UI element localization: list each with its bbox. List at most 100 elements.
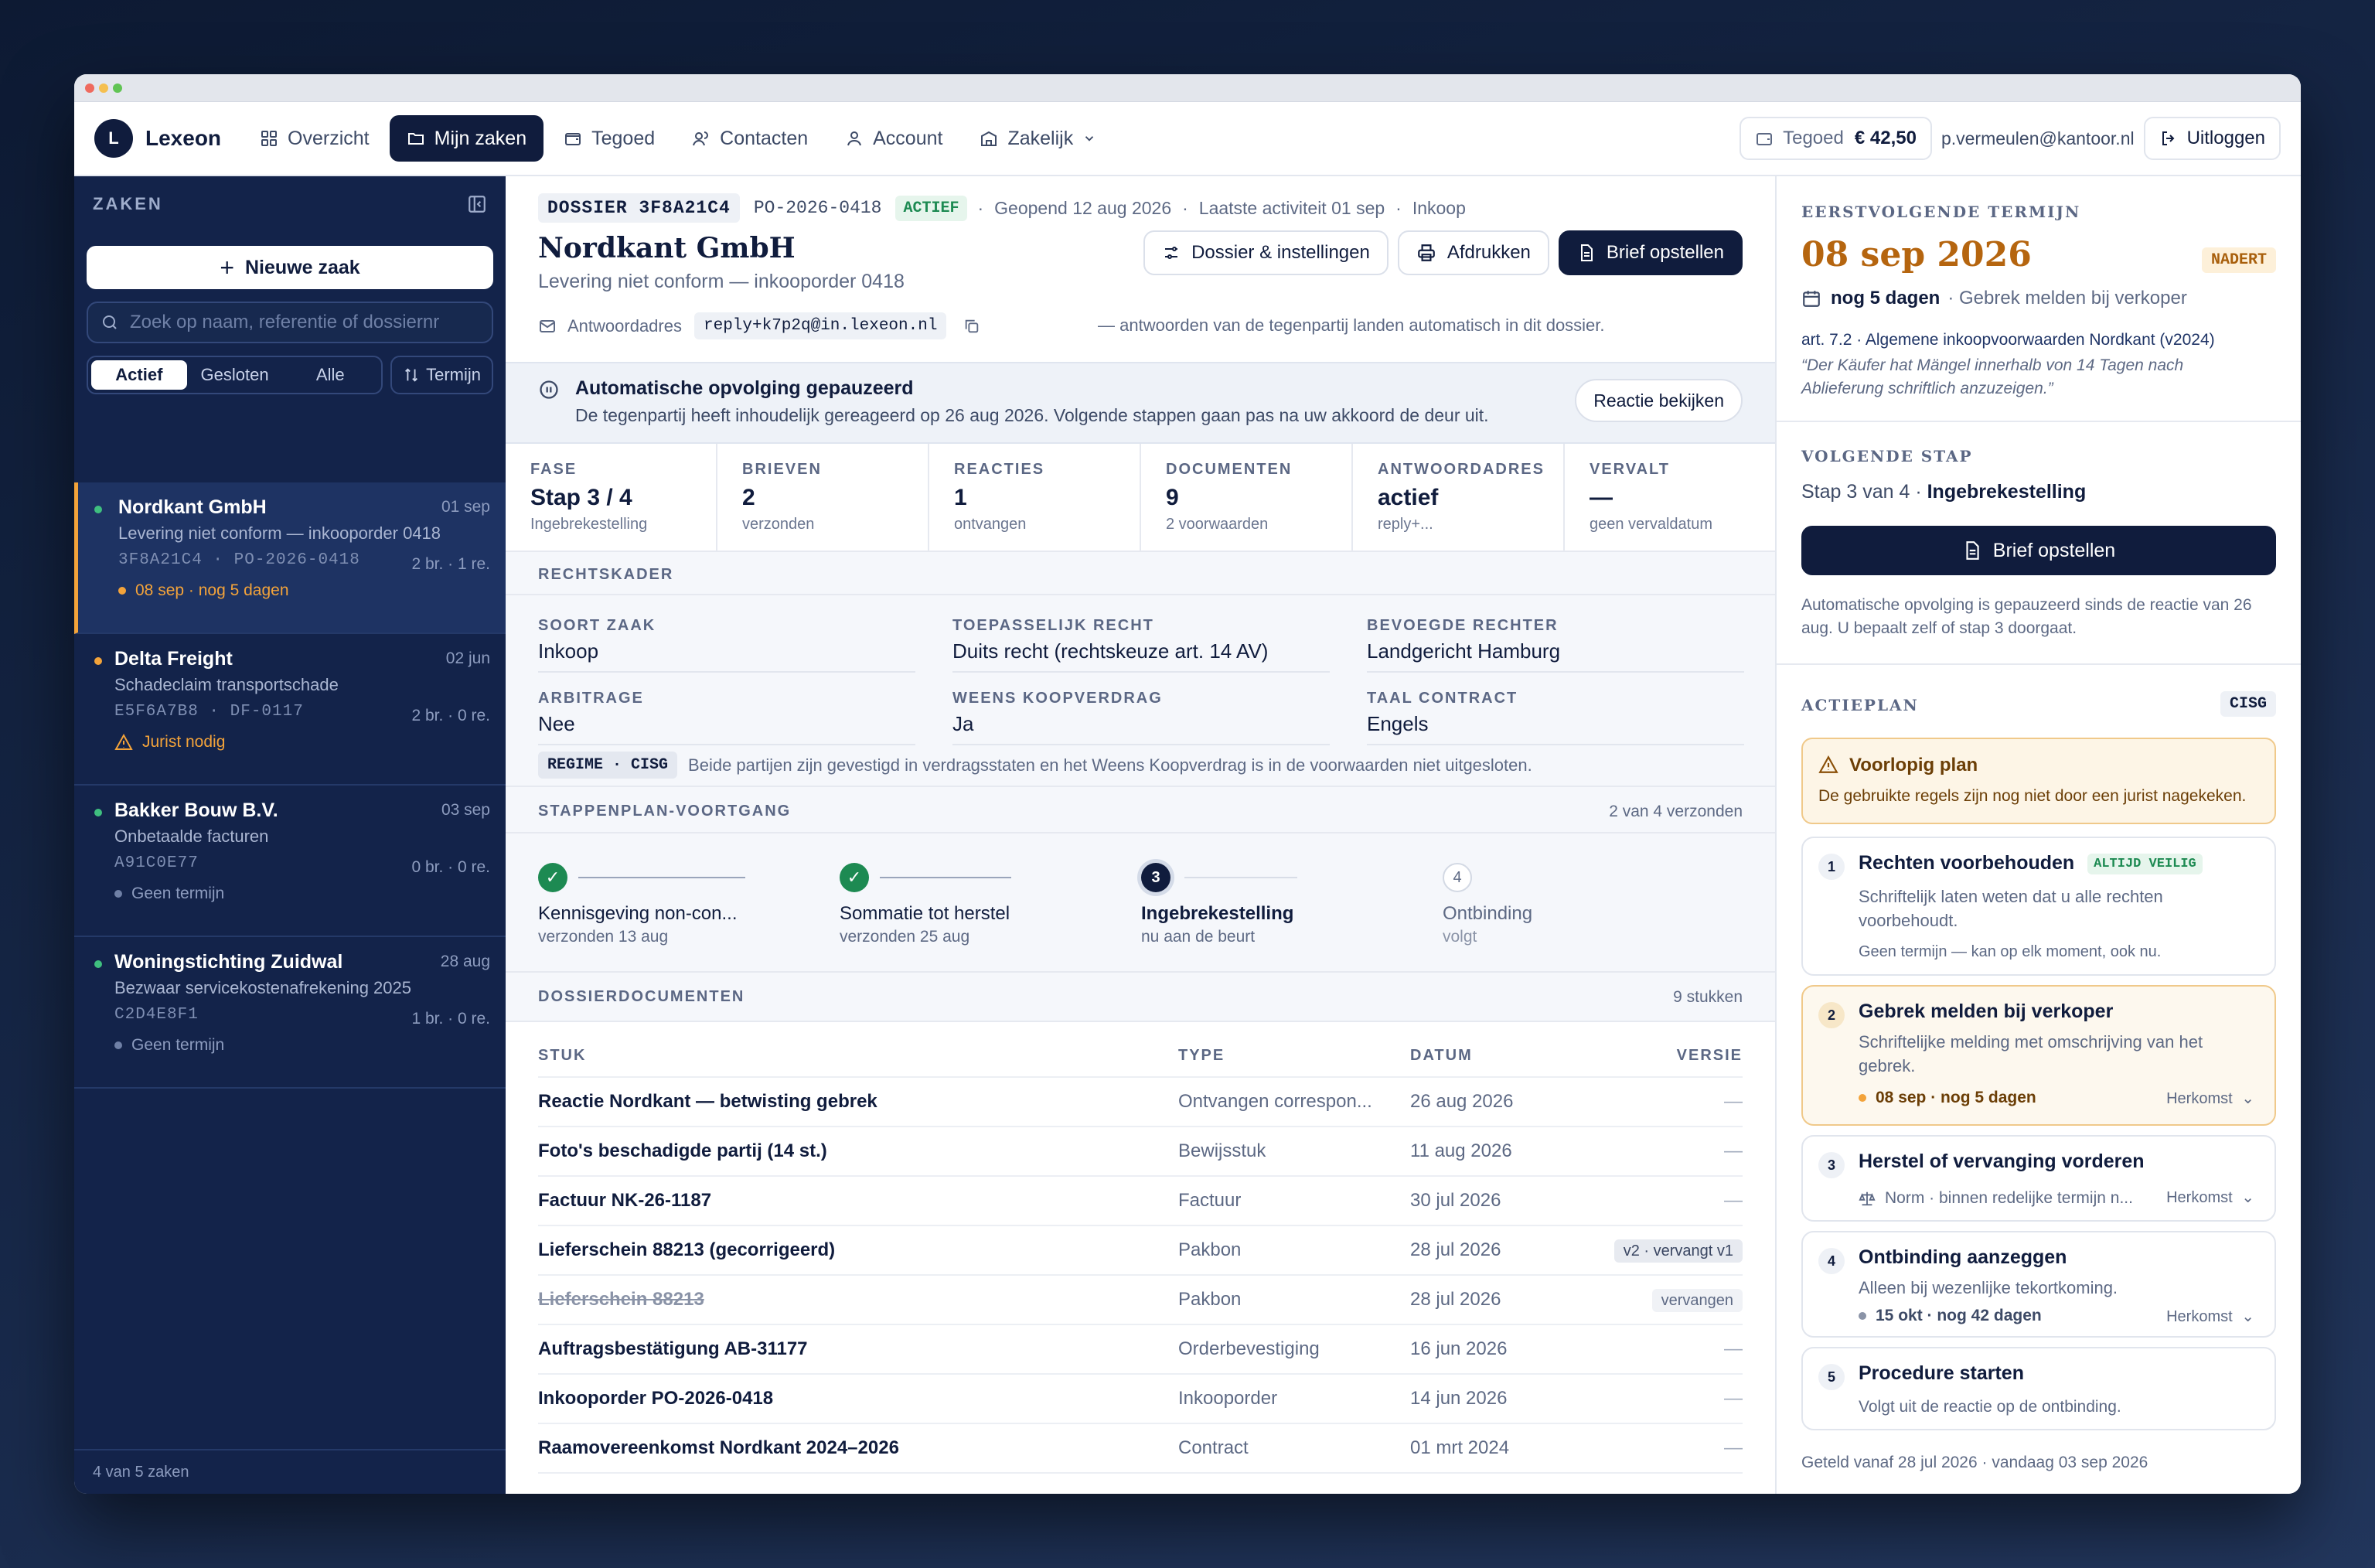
- nav-contacten[interactable]: Contacten: [675, 115, 825, 162]
- table-row[interactable]: Lieferschein 88213 (gecorrigeerd) Pakbon…: [538, 1226, 1743, 1276]
- field-label: WEENS KOOPVERDRAG: [952, 690, 1163, 707]
- step-item[interactable]: ✓ Kennisgeving non-con... verzonden 13 a…: [538, 863, 816, 946]
- app-logo[interactable]: L Lexeon: [94, 119, 221, 158]
- origin-toggle[interactable]: Herkomst ⌄: [2166, 1188, 2254, 1207]
- plan-item[interactable]: 2 Gebrek melden bij verkoper Schriftelij…: [1801, 985, 2276, 1126]
- origin-toggle[interactable]: Herkomst ⌄: [2166, 1089, 2254, 1108]
- sidebar-title: ZAKEN: [93, 194, 163, 213]
- deadline-label: EERSTVOLGENDE TERMIJN: [1801, 203, 2081, 221]
- top-navigation: L Lexeon Overzicht Mijn zaken Tegoed Con…: [74, 102, 2301, 176]
- filter-gesloten[interactable]: Gesloten: [187, 360, 283, 390]
- table-row[interactable]: Lieferschein 88213 Pakbon 28 jul 2026 ve…: [538, 1276, 1743, 1325]
- case-item[interactable]: Delta Freight 02 jun Schadeclaim transpo…: [74, 634, 506, 786]
- logout-button[interactable]: Uitloggen: [2143, 117, 2281, 160]
- separator: ·: [1182, 197, 1188, 218]
- field-label: SOORT ZAAK: [538, 617, 656, 634]
- print-label: Afdrukken: [1446, 242, 1531, 263]
- origin-toggle[interactable]: Herkomst ⌄: [2166, 1307, 2254, 1326]
- compose-letter-button[interactable]: Brief opstellen: [1558, 230, 1743, 275]
- days-left-row: nog 5 dagen · Gebrek melden bij verkoper: [1801, 288, 2187, 309]
- nav-overzicht[interactable]: Overzicht: [243, 115, 387, 162]
- stat-value: Stap 3 / 4: [530, 485, 632, 510]
- stat-label: DOCUMENTEN: [1166, 461, 1293, 478]
- table-row[interactable]: Raamovereenkomst Nordkant 2024–2026 Cont…: [538, 1424, 1743, 1474]
- filter-actief[interactable]: Actief: [91, 360, 187, 390]
- step-sub: verzonden 25 aug: [840, 928, 970, 946]
- warning-title: Voorlopig plan: [1849, 755, 1978, 775]
- case-name: Delta Freight: [114, 648, 233, 670]
- step-item[interactable]: 3 Ingebrekestelling nu aan de beurt: [1141, 863, 1419, 946]
- deadline-dot: [114, 1041, 122, 1049]
- plan-deadline: 08 sep · nog 5 dagen: [1859, 1089, 2036, 1107]
- minimize-window-dot[interactable]: [99, 84, 108, 93]
- days-left: nog 5 dagen: [1831, 288, 1941, 308]
- stat-label: VERVALT: [1590, 461, 1671, 478]
- plan-item[interactable]: 1 Rechten voorbehouden ALTIJD VEILIG Sch…: [1801, 837, 2276, 976]
- credit-balance[interactable]: Tegoed € 42,50: [1740, 117, 1932, 160]
- documents-section: DOSSIERDOCUMENTEN 9 stukken STUK TYPE DA…: [506, 971, 1775, 1494]
- reply-label: Antwoordadres: [567, 315, 682, 336]
- print-button[interactable]: Afdrukken: [1397, 230, 1549, 275]
- documents-header: DOSSIERDOCUMENTEN 9 stukken: [506, 973, 1775, 1022]
- deadline-dot: [114, 890, 122, 898]
- doc-version: —: [1724, 1140, 1743, 1161]
- maximize-window-dot[interactable]: [113, 84, 122, 93]
- column-header: STUK: [538, 1046, 587, 1064]
- nav-zakelijk[interactable]: Zakelijk: [963, 115, 1113, 162]
- plan-title: Gebrek melden bij verkoper: [1859, 1000, 2114, 1022]
- stat-vervalt: VERVALT — geen vervaldatum: [1565, 444, 1775, 552]
- plan-number: 4: [1818, 1248, 1845, 1274]
- compose-letter-button-panel[interactable]: Brief opstellen: [1801, 526, 2276, 575]
- table-row[interactable]: Auftragsbestätigung AB-31177 Orderbevest…: [538, 1325, 1743, 1375]
- doc-version: —: [1724, 1338, 1743, 1359]
- compose-letter-label: Brief opstellen: [1606, 242, 1724, 263]
- case-deadline: 08 sep · nog 5 dagen: [118, 581, 490, 600]
- case-item[interactable]: Bakker Bouw B.V. 03 sep Onbetaalde factu…: [74, 786, 506, 937]
- step-item[interactable]: ✓ Sommatie tot herstel verzonden 25 aug: [840, 863, 1118, 946]
- filter-alle[interactable]: Alle: [282, 360, 378, 390]
- nav-account[interactable]: Account: [828, 115, 959, 162]
- case-date: 28 aug: [440, 953, 490, 970]
- dossier-id: DOSSIER 3F8A21C4: [538, 193, 740, 223]
- table-row[interactable]: Factuur NK-26-1187 Factuur 30 jul 2026 —: [538, 1177, 1743, 1226]
- step-item[interactable]: 4 Ontbinding volgt: [1443, 863, 1721, 946]
- doc-version: —: [1724, 1388, 1743, 1409]
- doc-date: 28 jul 2026: [1410, 1239, 1501, 1260]
- plan-item[interactable]: 4 Ontbinding aanzeggen Alleen bij wezenl…: [1801, 1231, 2276, 1338]
- app-window: L Lexeon Overzicht Mijn zaken Tegoed Con…: [74, 74, 2301, 1494]
- legal-field: BEVOEGDE RECHTER Landgericht Hamburg: [1367, 617, 1744, 673]
- plan-item[interactable]: 3 Herstel of vervanging vorderen Norm · …: [1801, 1135, 2276, 1222]
- wallet-icon: [565, 133, 581, 145]
- legal-field: WEENS KOOPVERDRAG Ja: [952, 690, 1330, 745]
- new-case-label: Nieuwe zaak: [245, 256, 360, 278]
- new-case-button[interactable]: + Nieuwe zaak: [87, 246, 493, 289]
- table-row[interactable]: Reactie Nordkant — betwisting gebrek Ont…: [538, 1078, 1743, 1127]
- field-value: Landgericht Hamburg: [1367, 639, 1561, 663]
- table-row[interactable]: Inkooporder PO-2026-0418 Inkooporder 14 …: [538, 1375, 1743, 1424]
- sort-button[interactable]: Termijn: [390, 356, 493, 394]
- field-value: Inkoop: [538, 639, 599, 663]
- stat-value: actief: [1378, 485, 1439, 510]
- table-row[interactable]: Foto's beschadigde partij (14 st.) Bewij…: [538, 1127, 1743, 1177]
- case-item[interactable]: Woningstichting Zuidwal 28 aug Bezwaar s…: [74, 937, 506, 1089]
- stat-sub: 2 voorwaarden: [1166, 516, 1269, 533]
- plan-item[interactable]: 5 Procedure starten Volgt uit de reactie…: [1801, 1347, 2276, 1430]
- stat-sub: Ingebrekestelling: [530, 516, 648, 533]
- nav-mijn-zaken[interactable]: Mijn zaken: [389, 115, 544, 162]
- view-reaction-button[interactable]: Reactie bekijken: [1575, 379, 1743, 422]
- app-name: Lexeon: [145, 126, 222, 150]
- pause-banner: Automatische opvolging gepauzeerd De teg…: [506, 362, 1775, 444]
- case-item[interactable]: Nordkant GmbH 01 sep Levering niet confo…: [74, 482, 506, 634]
- case-search-input[interactable]: Zoek op naam, referentie of dossiernr: [87, 302, 493, 343]
- case-subject: Onbetaalde facturen: [114, 827, 269, 846]
- doc-date: 14 jun 2026: [1410, 1388, 1508, 1409]
- settings-button[interactable]: Dossier & instellingen: [1143, 230, 1389, 275]
- close-window-dot[interactable]: [85, 84, 94, 93]
- plan-desc: Volgt uit de reactie op de ontbinding.: [1859, 1398, 2121, 1416]
- nav-tegoed[interactable]: Tegoed: [547, 115, 672, 162]
- nav-label: Account: [873, 127, 943, 149]
- copy-icon[interactable]: [963, 318, 980, 335]
- legal-field: TOEPASSELIJK RECHT Duits recht (rechtske…: [952, 617, 1330, 673]
- step-title: Sommatie tot herstel: [840, 903, 1010, 924]
- collapse-sidebar-icon[interactable]: [467, 194, 487, 214]
